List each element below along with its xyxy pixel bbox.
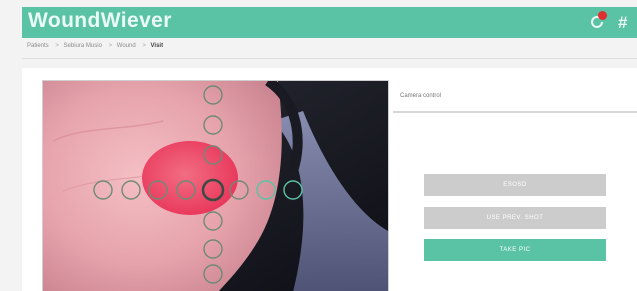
breadcrumb-separator: > [142, 43, 146, 49]
app-title: WoundWiever [28, 9, 172, 32]
app-window: WoundWiever # Patients > Sebiura Musio >… [0, 0, 637, 291]
breadcrumb-item-patients[interactable]: Patients [27, 43, 49, 49]
top-bar: WoundWiever # [22, 7, 637, 38]
notification-badge [598, 11, 607, 20]
breadcrumb-item-wound[interactable]: Wound [117, 43, 136, 49]
camera-feed [43, 81, 388, 291]
breadcrumb-separator: > [55, 43, 59, 49]
take-picture-button[interactable]: TAKE PIC [424, 239, 606, 261]
breadcrumb-separator: > [108, 43, 113, 49]
capture-card: Camera control ESOSD USE PREV. SHOT TAKE… [22, 68, 637, 291]
breadcrumb-item-patient[interactable]: Sebiura Musio [64, 43, 102, 49]
use-previous-shot-button[interactable]: USE PREV. SHOT [424, 207, 606, 229]
camera-control-underline [393, 111, 637, 113]
breadcrumb-item-visit: Visit [150, 43, 164, 49]
camera-preview [42, 80, 389, 291]
camera-control-label: Camera control [400, 93, 442, 99]
first-button[interactable]: ESOSD [424, 174, 606, 196]
grid-icon[interactable]: # [618, 13, 627, 33]
header-divider [22, 58, 637, 59]
breadcrumb: Patients > Sebiura Musio > Wound > Visit [27, 43, 165, 49]
